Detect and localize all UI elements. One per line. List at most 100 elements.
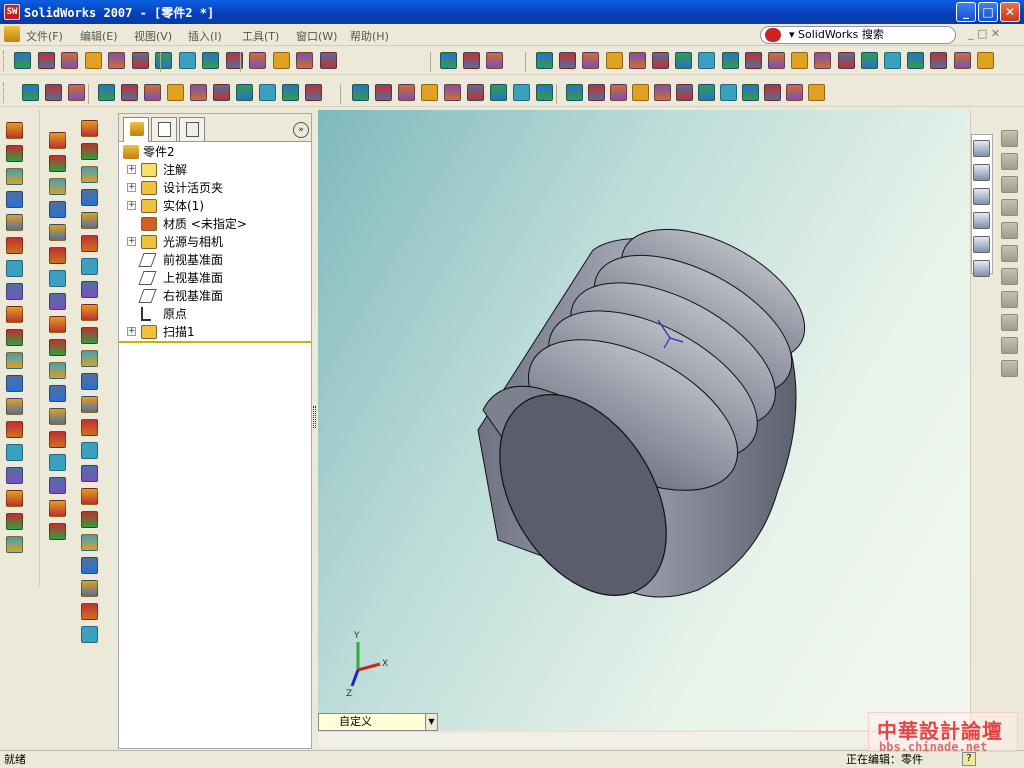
toolbar-button[interactable] bbox=[49, 270, 66, 287]
toolbar-button[interactable] bbox=[305, 84, 322, 101]
toolbar-button[interactable] bbox=[953, 52, 971, 69]
toolbar-button[interactable] bbox=[1001, 291, 1018, 308]
toolbar-button[interactable] bbox=[1001, 222, 1018, 239]
toolbar-button[interactable] bbox=[49, 362, 66, 379]
toolbar-button[interactable] bbox=[6, 490, 23, 507]
toolbar-button[interactable] bbox=[6, 375, 23, 392]
toolbar-button[interactable] bbox=[6, 122, 23, 139]
toolbar-button[interactable] bbox=[81, 511, 98, 528]
tree-node[interactable]: 上视基准面 bbox=[119, 269, 309, 287]
expand-icon[interactable]: + bbox=[127, 327, 136, 336]
toolbar-button[interactable] bbox=[536, 84, 553, 101]
toolbar-button[interactable] bbox=[81, 580, 98, 597]
task-pane-tab[interactable] bbox=[973, 212, 990, 229]
toolbar-button[interactable] bbox=[884, 52, 901, 69]
minimize-button[interactable]: _ bbox=[956, 2, 976, 22]
rollback-bar[interactable] bbox=[119, 341, 311, 343]
toolbar-button[interactable] bbox=[202, 52, 219, 69]
toolbar-button[interactable] bbox=[81, 488, 98, 505]
toolbar-button[interactable] bbox=[720, 84, 737, 101]
toolbar-button[interactable] bbox=[398, 84, 415, 101]
tree-node[interactable]: + 注解 bbox=[119, 161, 309, 179]
view-orientation-select[interactable]: 自定义 ▼ bbox=[318, 713, 438, 731]
toolbar-button[interactable] bbox=[440, 52, 457, 69]
toolbar-button[interactable] bbox=[190, 84, 207, 101]
toolbar-button[interactable] bbox=[121, 84, 138, 101]
toolbar-button[interactable] bbox=[49, 523, 66, 540]
toolbar-button[interactable] bbox=[272, 52, 290, 69]
toolbar-button[interactable] bbox=[49, 316, 66, 333]
toolbar-button[interactable] bbox=[81, 235, 98, 252]
menu-help[interactable]: 帮助(H) bbox=[350, 28, 389, 44]
toolbar-button[interactable] bbox=[49, 385, 66, 402]
toolbar-button[interactable] bbox=[352, 84, 369, 101]
toolbar-button[interactable] bbox=[698, 52, 716, 69]
toolbar-button[interactable] bbox=[698, 84, 715, 101]
toolbar-button[interactable] bbox=[49, 293, 66, 310]
toolbar-button[interactable] bbox=[49, 500, 66, 517]
toolbar-button[interactable] bbox=[81, 373, 98, 390]
toolbar-button[interactable] bbox=[45, 84, 62, 101]
toolbar-button[interactable] bbox=[81, 557, 98, 574]
toolbar-button[interactable] bbox=[860, 52, 878, 69]
toolbar-button[interactable] bbox=[6, 513, 23, 530]
toolbar-button[interactable] bbox=[375, 84, 392, 101]
toolbar-button[interactable] bbox=[81, 212, 98, 229]
toolbar-button[interactable] bbox=[588, 84, 605, 101]
expand-icon[interactable]: + bbox=[127, 165, 136, 174]
document-icon[interactable] bbox=[4, 26, 20, 42]
tree-node[interactable]: 前视基准面 bbox=[119, 251, 309, 269]
toolbar-button[interactable] bbox=[81, 258, 98, 275]
toolbar-button[interactable] bbox=[68, 84, 85, 101]
graphics-area[interactable]: Y X Z bbox=[318, 110, 970, 730]
menu-view[interactable]: 视图(V) bbox=[134, 28, 172, 44]
expand-icon[interactable]: + bbox=[127, 201, 136, 210]
toolbar-button[interactable] bbox=[786, 84, 803, 101]
toolbar-button[interactable] bbox=[1001, 337, 1018, 354]
toolbar-button[interactable] bbox=[6, 168, 23, 185]
toolbar-button[interactable] bbox=[81, 534, 98, 551]
task-pane-tab[interactable] bbox=[973, 188, 990, 205]
toolbar-button[interactable] bbox=[236, 84, 253, 101]
toolbar-button[interactable] bbox=[675, 52, 693, 69]
toolbar-button[interactable] bbox=[654, 84, 671, 101]
tree-node[interactable]: + 扫描1 bbox=[119, 323, 309, 341]
toolbar-button[interactable] bbox=[444, 84, 461, 101]
toolbar-button[interactable] bbox=[81, 465, 98, 482]
chevron-down-icon[interactable]: ▼ bbox=[425, 714, 437, 730]
toolbar-button[interactable] bbox=[6, 283, 23, 300]
toolbar-button[interactable] bbox=[81, 603, 98, 620]
toolbar-button[interactable] bbox=[652, 52, 669, 69]
toolbar-button[interactable] bbox=[1001, 153, 1018, 170]
toolbar-button[interactable] bbox=[319, 52, 337, 69]
maximize-button[interactable]: □ bbox=[978, 2, 998, 22]
toolbar-button[interactable] bbox=[605, 52, 623, 69]
toolbar-button[interactable] bbox=[81, 281, 98, 298]
search-input[interactable]: ▾ SolidWorks 搜索 bbox=[760, 26, 956, 44]
expand-icon[interactable]: + bbox=[127, 183, 136, 192]
toolbar-button[interactable] bbox=[467, 84, 484, 101]
toolbar-button[interactable] bbox=[81, 304, 98, 321]
toolbar-button[interactable] bbox=[808, 84, 825, 101]
toolbar-button[interactable] bbox=[566, 84, 583, 101]
toolbar-button[interactable] bbox=[6, 145, 23, 162]
toolbar-button[interactable] bbox=[81, 442, 98, 459]
toolbar-button[interactable] bbox=[144, 84, 161, 101]
toolbar-button[interactable] bbox=[6, 191, 23, 208]
toolbar-button[interactable] bbox=[6, 352, 23, 369]
toolbar-button[interactable] bbox=[768, 52, 785, 69]
toolbar-button[interactable] bbox=[976, 52, 994, 69]
task-pane-tab[interactable] bbox=[973, 140, 990, 157]
toolbar-button[interactable] bbox=[6, 467, 23, 484]
tree-node[interactable]: + 设计活页夹 bbox=[119, 179, 309, 197]
mdi-controls[interactable]: _ □ ✕ bbox=[968, 27, 1000, 40]
toolbar-button[interactable] bbox=[1001, 360, 1018, 377]
toolbar-button[interactable] bbox=[536, 52, 553, 69]
toolbar-button[interactable] bbox=[1001, 314, 1018, 331]
toolbar-button[interactable] bbox=[81, 189, 98, 206]
toolbar-button[interactable] bbox=[81, 626, 98, 643]
tree-node[interactable]: 右视基准面 bbox=[119, 287, 309, 305]
toolbar-button[interactable] bbox=[49, 178, 66, 195]
toolbar-button[interactable] bbox=[1001, 268, 1018, 285]
toolbar-button[interactable] bbox=[907, 52, 925, 69]
